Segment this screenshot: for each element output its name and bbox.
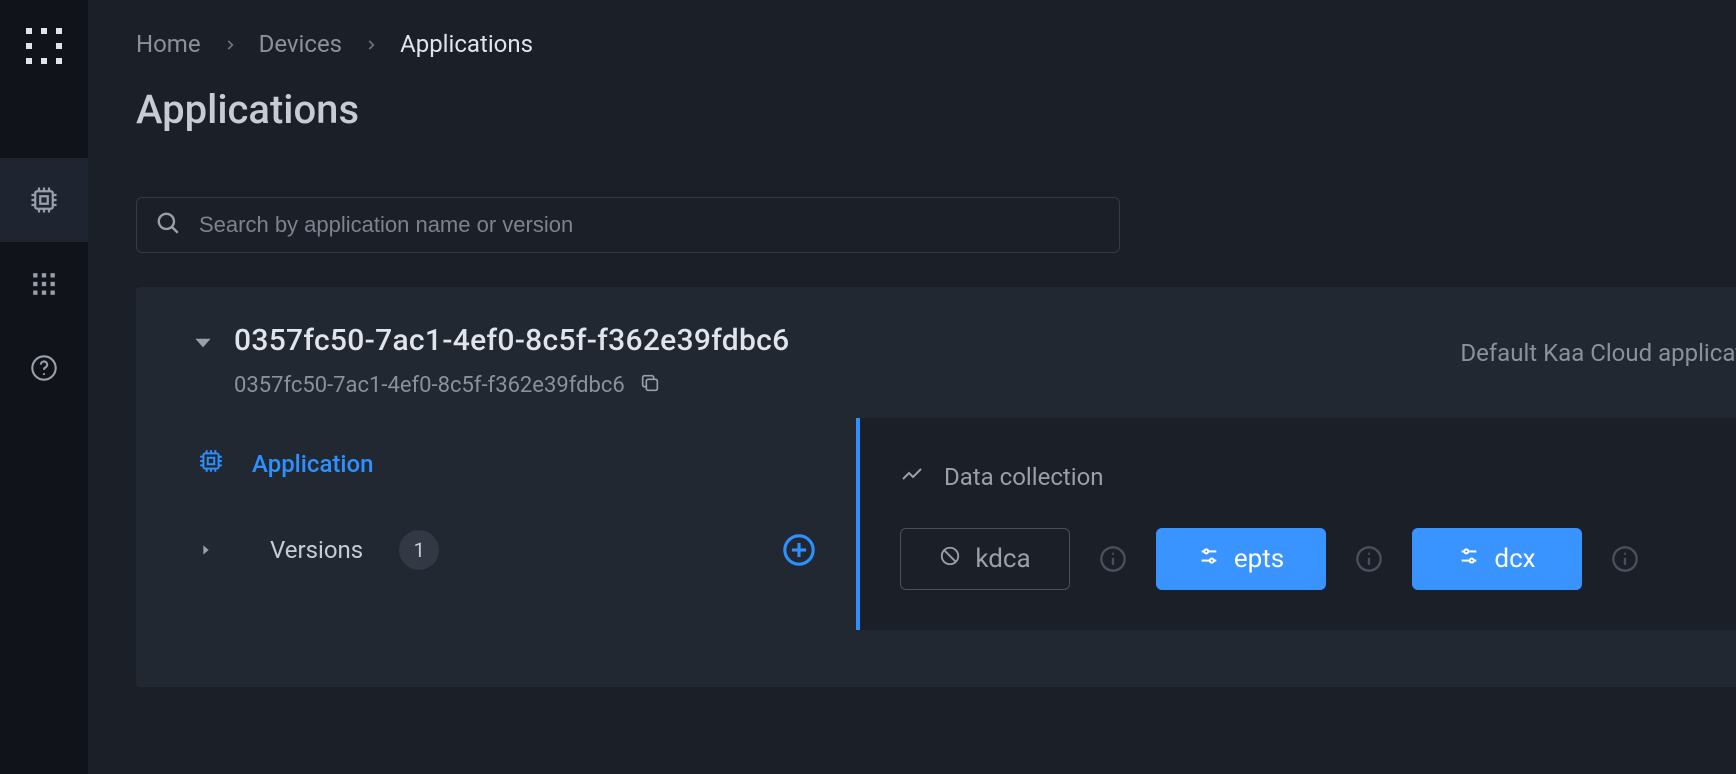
breadcrumb-current: Applications xyxy=(400,30,533,58)
section-data-collection: Data collection xyxy=(900,462,1736,492)
search-icon xyxy=(155,210,181,240)
sidebar-item-devices[interactable] xyxy=(0,158,88,242)
application-id: 0357fc50-7ac1-4ef0-8c5f-f362e39fdbc6 xyxy=(234,373,625,398)
info-icon[interactable] xyxy=(1098,544,1128,574)
application-icon xyxy=(198,448,224,480)
tab-application-label: Application xyxy=(252,450,373,478)
chip-dcx[interactable]: dcx xyxy=(1412,528,1582,590)
chart-line-icon xyxy=(900,462,924,492)
chip-kdca-label: kdca xyxy=(975,544,1030,574)
application-description: Default Kaa Cloud application xyxy=(1460,323,1736,367)
collapse-icon[interactable] xyxy=(190,323,216,359)
chip-kdca[interactable]: kdca xyxy=(900,528,1070,590)
sidebar-item-help[interactable] xyxy=(0,326,88,410)
help-icon xyxy=(30,354,58,382)
application-right-panel: Data collection kdca xyxy=(856,418,1736,630)
chip-epts-label: epts xyxy=(1234,544,1284,574)
application-left-panel: Application Versions 1 xyxy=(136,418,856,630)
copy-icon[interactable] xyxy=(639,372,661,398)
chip-icon xyxy=(29,185,59,215)
application-card: 0357fc50-7ac1-4ef0-8c5f-f362e39fdbc6 035… xyxy=(136,287,1736,687)
search-input[interactable] xyxy=(199,212,1101,238)
logo[interactable] xyxy=(22,24,66,68)
tune-icon xyxy=(1458,544,1480,574)
chip-epts[interactable]: epts xyxy=(1156,528,1326,590)
breadcrumb-devices[interactable]: Devices xyxy=(259,30,342,58)
add-version-button[interactable] xyxy=(782,533,816,567)
chevron-right-icon xyxy=(223,30,237,58)
grid-icon xyxy=(31,271,57,297)
service-chips-row: kdca xyxy=(900,528,1736,590)
application-name[interactable]: 0357fc50-7ac1-4ef0-8c5f-f362e39fdbc6 xyxy=(234,323,789,358)
chip-dcx-label: dcx xyxy=(1494,544,1535,574)
tune-icon xyxy=(1198,544,1220,574)
breadcrumb-home[interactable]: Home xyxy=(136,30,201,58)
sidebar xyxy=(0,0,88,774)
page-title: Applications xyxy=(88,58,1736,133)
expand-icon[interactable] xyxy=(198,536,214,564)
search-box[interactable] xyxy=(136,197,1120,253)
info-icon[interactable] xyxy=(1354,544,1384,574)
versions-count-badge: 1 xyxy=(399,530,439,570)
application-header: 0357fc50-7ac1-4ef0-8c5f-f362e39fdbc6 035… xyxy=(136,287,1736,418)
section-data-collection-label: Data collection xyxy=(944,463,1104,491)
tab-application[interactable]: Application xyxy=(136,418,856,510)
breadcrumb: Home Devices Applications xyxy=(88,30,1736,58)
info-icon[interactable] xyxy=(1610,544,1640,574)
versions-row[interactable]: Versions 1 xyxy=(136,510,856,590)
sidebar-item-apps[interactable] xyxy=(0,242,88,326)
chevron-right-icon xyxy=(364,30,378,58)
disabled-icon xyxy=(939,544,961,574)
versions-label: Versions xyxy=(270,536,363,564)
main-content: Home Devices Applications Applications xyxy=(88,0,1736,774)
